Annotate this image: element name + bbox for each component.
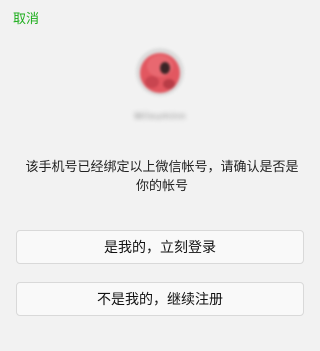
- avatar: [136, 48, 184, 96]
- top-bar: 取消: [0, 0, 320, 36]
- continue-register-button[interactable]: 不是我的，继续注册: [16, 282, 304, 316]
- avatar-icon: [136, 48, 184, 96]
- login-confirm-button[interactable]: 是我的，立刻登录: [16, 230, 304, 264]
- cancel-button[interactable]: 取消: [13, 8, 39, 27]
- account-username: Wilxuminn: [134, 112, 186, 122]
- binding-message: 该手机号已经绑定以上微信帐号，请确认是否是你的帐号: [25, 160, 299, 194]
